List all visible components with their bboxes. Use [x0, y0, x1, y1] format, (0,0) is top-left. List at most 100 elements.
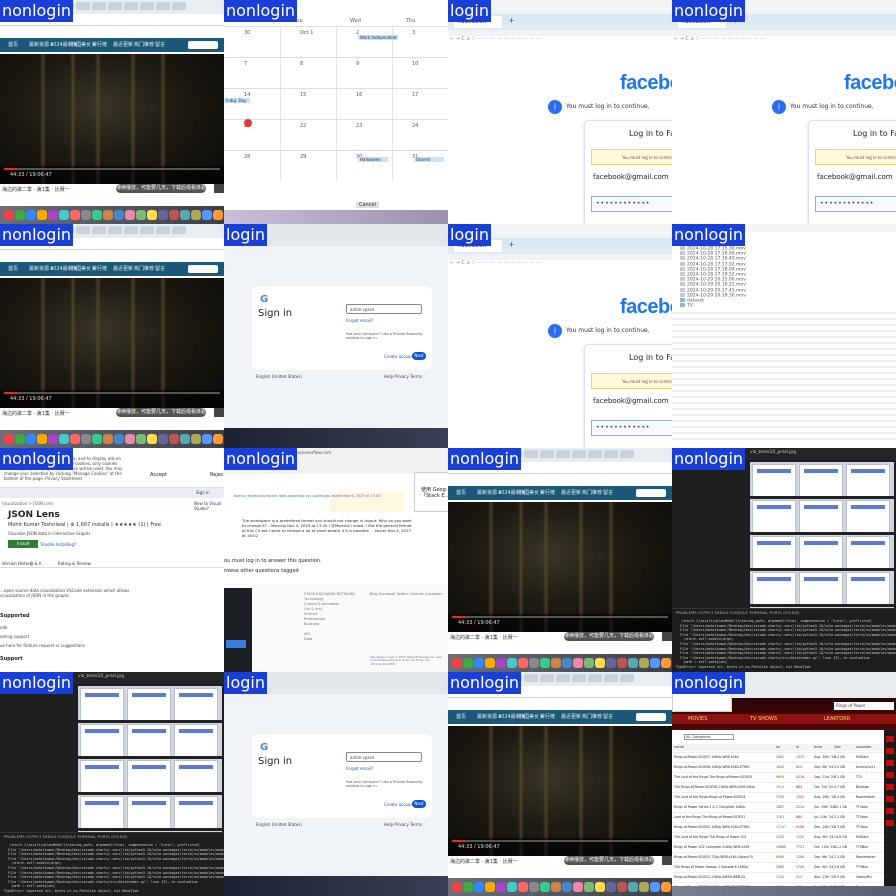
app-icon[interactable] — [136, 210, 146, 220]
browser-tab[interactable] — [76, 2, 90, 10]
app-icon[interactable] — [496, 658, 506, 668]
uploader[interactable]: MrStark — [856, 833, 868, 842]
nav-item[interactable]: 最近更新 — [113, 265, 133, 272]
install-button[interactable]: Install — [8, 540, 38, 548]
browser-tab[interactable] — [156, 226, 170, 234]
app-icon[interactable] — [474, 658, 484, 668]
browser-tab[interactable] — [556, 450, 570, 458]
browser-tab[interactable] — [124, 226, 138, 234]
sidebar-tag[interactable] — [886, 784, 894, 790]
app-icon[interactable] — [202, 210, 212, 220]
uploader[interactable]: TTVbox — [856, 813, 868, 822]
column-header[interactable]: le — [796, 745, 799, 749]
day-number[interactable]: 30 — [244, 30, 250, 36]
torrent-name[interactable]: Rings of Power Series 1 & 2 Complete 108… — [674, 803, 774, 812]
browser-tab[interactable] — [588, 674, 602, 682]
app-icon[interactable] — [452, 658, 462, 668]
question-tags[interactable]: opencv facebook-tracker data-exporting c… — [234, 494, 342, 498]
app-icon[interactable] — [551, 658, 561, 668]
app-icon[interactable] — [452, 882, 462, 892]
category-filter[interactable]: All Categories — [684, 734, 734, 740]
app-icon[interactable] — [529, 882, 539, 892]
browser-tab[interactable] — [92, 226, 106, 234]
nav-item[interactable]: 排行榜 — [92, 41, 107, 48]
app-icon[interactable] — [180, 210, 190, 220]
uploader[interactable]: TTVbox — [856, 823, 868, 832]
app-icon[interactable] — [529, 658, 539, 668]
day-number[interactable]: 17 — [412, 92, 418, 98]
video-player[interactable] — [448, 502, 672, 632]
search-input[interactable] — [188, 265, 218, 273]
app-icon[interactable] — [474, 882, 484, 892]
reject-button[interactable]: Reject — [210, 472, 224, 478]
calendar-event[interactable]: Shared — [414, 157, 444, 162]
uploader[interactable]: TTV — [856, 773, 862, 782]
app-icon[interactable] — [639, 882, 649, 892]
search-input[interactable] — [188, 41, 218, 49]
browser-tab[interactable] — [572, 674, 586, 682]
notice-close-button[interactable] — [662, 632, 672, 641]
browser-tab[interactable] — [108, 2, 122, 10]
day-number[interactable]: 24 — [412, 123, 418, 129]
forgot-email-link[interactable]: Forgot email? — [346, 318, 373, 323]
download-notice[interactable]: 继续播放，可能要几天，下载后观看体验更佳 — [564, 856, 654, 865]
uploader[interactable]: MrStark — [856, 753, 868, 762]
torrent-name[interactable]: The Lord of the Rings.Rings of Power.S02… — [674, 793, 774, 802]
panel-tabs[interactable]: PROBLEMS OUTPUT DEBUG CONSOLE TERMINAL P… — [676, 610, 799, 615]
app-icon[interactable] — [584, 882, 594, 892]
screenshot-cell[interactable]: Facebook+← → C ⌂ ☆ ⋯ ⋯ ⋯ ⋯ ⋯ ⋯ ⋯ ⋯ ⋯ ⋯fa… — [448, 0, 672, 224]
torrent-name[interactable]: Rings.of.Power.S02E03.720p.WEB.x264-Gala… — [674, 853, 774, 862]
app-icon[interactable] — [92, 434, 102, 444]
day-number[interactable]: Oct 1 — [300, 30, 313, 36]
breadcrumb[interactable]: Visualization > JSON Lens — [2, 501, 54, 506]
email-field[interactable]: facebook@gmail.com — [593, 397, 669, 405]
email-field[interactable]: arible space — [346, 752, 422, 762]
week-row[interactable]: 30 Oct 123 — [224, 26, 448, 56]
table-row[interactable]: The Lord of the Rings.Rings of Power.S02… — [672, 792, 884, 801]
create-account-link[interactable]: Create account — [384, 802, 415, 807]
screenshot-cell[interactable]: viz_tests10_pred.jpg PROBLEMS OUTPUT DEBU… — [672, 448, 896, 672]
app-icon[interactable] — [169, 434, 179, 444]
password-field[interactable]: •••••••••••• — [815, 196, 896, 212]
editor-tab[interactable]: viz_tests10_pred.jpg — [78, 674, 124, 679]
app-icon[interactable] — [180, 434, 190, 444]
column-header[interactable]: uploader — [856, 745, 872, 749]
app-icon[interactable] — [551, 882, 561, 892]
email-field[interactable]: arible space — [346, 304, 422, 314]
menu-item[interactable]: LEAKTORR — [824, 716, 850, 722]
app-icon[interactable] — [191, 210, 201, 220]
app-icon[interactable] — [584, 658, 594, 668]
notice-close-button[interactable] — [662, 856, 672, 865]
day-number[interactable]: 8 — [300, 61, 303, 67]
uploader[interactable]: Rookmaster — [856, 853, 875, 862]
sidebar-tag[interactable] — [886, 820, 894, 826]
nav-item[interactable]: 首页 — [8, 41, 18, 48]
app-icon[interactable] — [485, 658, 495, 668]
extension-tab[interactable]: Version History — [2, 561, 32, 566]
table-row[interactable]: Rings.of.Power.S02E02.1080p.WEB.h264-ETH… — [672, 822, 884, 831]
torrent-name[interactable]: Rings.of.Power.S02E06.1080p.WEB.h264-ETH… — [674, 763, 774, 772]
app-icon[interactable] — [103, 210, 113, 220]
menu-item[interactable]: MOVIES — [688, 716, 707, 722]
app-icon[interactable] — [202, 434, 212, 444]
screenshot-cell[interactable]: G Sign in arible space Forgot email? Not you… — [224, 224, 448, 448]
sign-in-link[interactable]: Sign in — [196, 490, 210, 495]
app-icon[interactable] — [15, 434, 25, 444]
nav-item[interactable]: 热门推荐 — [134, 41, 154, 48]
app-icon[interactable] — [639, 658, 649, 668]
table-row[interactable]: Lord of the Rings.The.Rings.of.Power.S02… — [672, 812, 884, 821]
app-icon[interactable] — [661, 882, 671, 892]
sidebar-tag[interactable] — [886, 772, 894, 778]
app-icon[interactable] — [125, 210, 135, 220]
day-number[interactable]: 9 — [356, 61, 359, 67]
app-icon[interactable] — [463, 882, 473, 892]
week-row[interactable]: 28293031 — [224, 150, 448, 180]
menu-item[interactable]: TV SHOWS — [750, 716, 777, 722]
app-icon[interactable] — [59, 434, 69, 444]
app-icon[interactable] — [507, 882, 517, 892]
nav-item[interactable]: 首页 — [8, 265, 18, 272]
app-icon[interactable] — [463, 658, 473, 668]
calendar-event[interactable]: Halloween — [358, 157, 388, 162]
day-number[interactable]: 7 — [244, 61, 247, 67]
app-icon[interactable] — [169, 210, 179, 220]
